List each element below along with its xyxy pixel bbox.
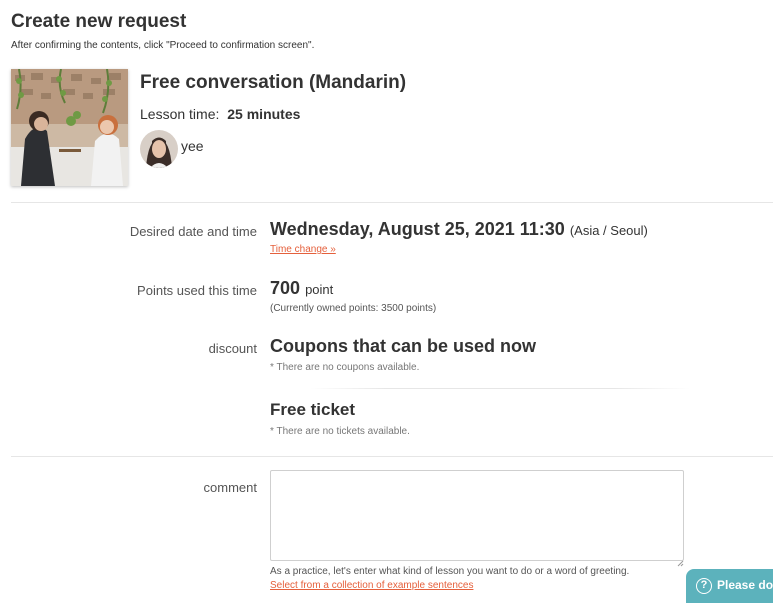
date-value: Wednesday, August 25, 2021 11:30 (Asia /… xyxy=(270,219,648,240)
coupons-note: * There are no coupons available. xyxy=(270,362,420,373)
lesson-time-value: 25 minutes xyxy=(227,106,301,122)
teacher-name[interactable]: yee xyxy=(181,138,204,154)
points-unit: point xyxy=(305,282,334,297)
time-change-link[interactable]: Time change » xyxy=(270,244,336,255)
lesson-photo xyxy=(11,69,128,186)
ticket-title: Free ticket xyxy=(270,400,356,419)
comment-textarea[interactable] xyxy=(270,470,684,561)
points-value: 700 point xyxy=(270,278,333,299)
discount-label: discount xyxy=(208,341,257,356)
lesson-time: Lesson time: 25 minutes xyxy=(140,106,300,122)
page-subtitle: After confirming the contents, click "Pr… xyxy=(11,40,315,51)
lesson-title: Free conversation (Mandarin) xyxy=(140,72,407,93)
teacher-avatar[interactable] xyxy=(140,130,178,168)
inner-divider xyxy=(310,388,690,389)
comment-hint: As a practice, let's enter what kind of … xyxy=(270,566,630,577)
date-label: Desired date and time xyxy=(129,224,257,239)
resize-grip-icon[interactable] xyxy=(677,554,684,567)
timezone-text: (Asia / Seoul) xyxy=(569,223,648,238)
question-icon: ? xyxy=(696,578,712,594)
ticket-note: * There are no tickets available. xyxy=(270,426,410,437)
page-title: Create new request xyxy=(11,11,187,32)
comment-label: comment xyxy=(203,480,257,495)
divider xyxy=(11,456,773,457)
lesson-time-label: Lesson time: xyxy=(140,106,220,122)
example-sentences-link[interactable]: Select from a collection of example sent… xyxy=(270,580,473,591)
owned-points: (Currently owned points: 3500 points) xyxy=(270,303,437,314)
coupons-title: Coupons that can be used now xyxy=(270,336,537,356)
divider xyxy=(11,202,773,203)
help-button[interactable]: ? Please do xyxy=(686,569,773,603)
help-button-label: Please do xyxy=(717,578,773,592)
date-text: Wednesday, August 25, 2021 11:30 xyxy=(270,219,565,239)
points-number: 700 xyxy=(270,278,301,298)
points-label: Points used this time xyxy=(137,283,257,298)
